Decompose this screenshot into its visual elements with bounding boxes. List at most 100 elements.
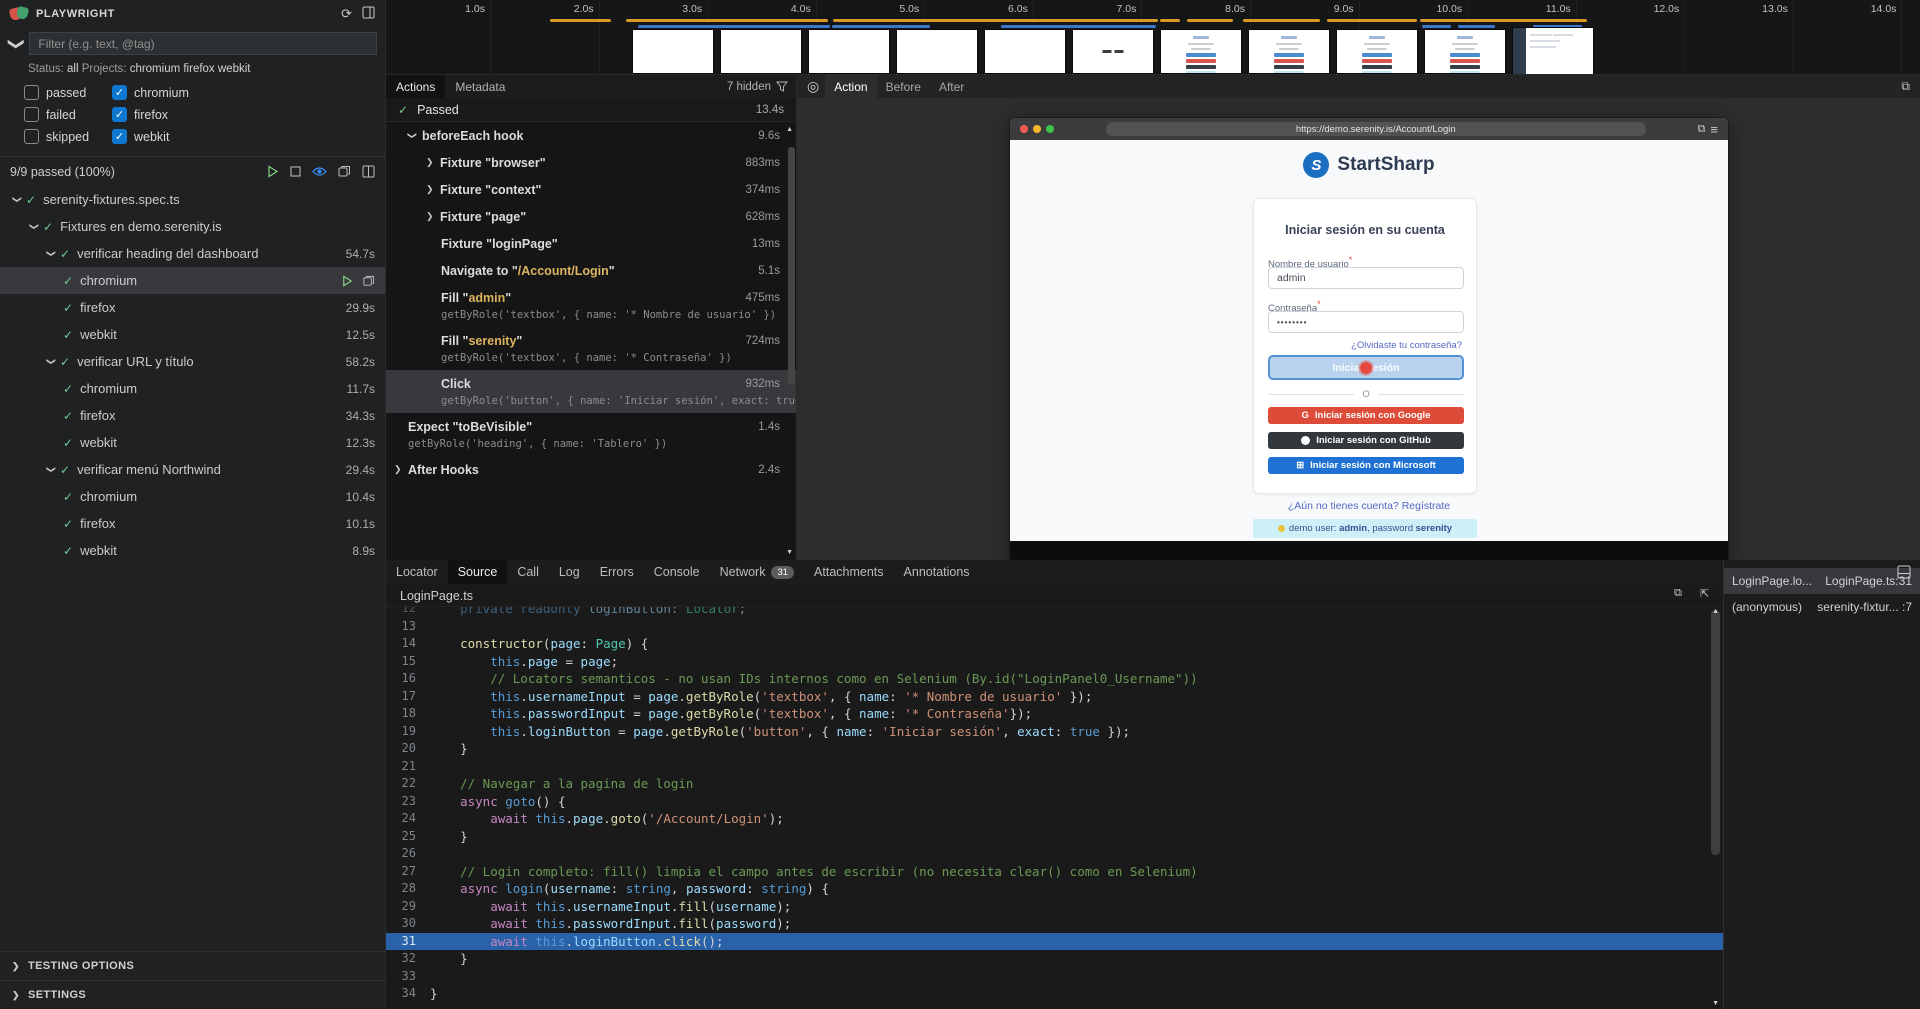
reveal-test-icon[interactable] <box>338 165 351 178</box>
film-strip-thumbnail-dashes[interactable] <box>1072 29 1154 74</box>
open-source-external-icon[interactable]: ⇱ <box>1700 587 1709 600</box>
run-tests-icon[interactable] <box>266 165 279 178</box>
google-login-button[interactable]: G Iniciar sesión con Google <box>1268 407 1464 424</box>
expand-chevron-icon[interactable]: ❯ <box>44 248 58 259</box>
tree-item-serenity-fixtures-spec-ts[interactable]: ❯ ✓ serenity-fixtures.spec.ts <box>0 186 385 213</box>
password-field[interactable]: •••••••• <box>1268 311 1464 333</box>
film-strip-thumbnail-blank[interactable] <box>896 29 978 74</box>
action-item[interactable]: Expect "toBeVisible" 1.4s getByRole('headi… <box>386 413 796 456</box>
tree-item-firefox[interactable]: ✓ firefox 34.3s <box>0 402 385 429</box>
action-chevron-icon[interactable]: ❯ <box>426 184 440 195</box>
action-chevron-icon[interactable]: ❯ <box>426 157 440 168</box>
action-item[interactable]: ❯ Fixture "context" 374ms <box>386 176 796 203</box>
action-chevron-icon[interactable]: ❯ <box>394 464 408 475</box>
editor-scrollbar[interactable] <box>1711 610 1720 855</box>
copy-source-icon[interactable]: ⧉ <box>1674 587 1682 600</box>
action-item[interactable]: Fill "serenity" 724ms getByRole('textbox',… <box>386 327 796 370</box>
stack-frame[interactable]: LoginPage.lo... LoginPage.ts:31 <box>1724 568 1920 594</box>
expand-chevron-icon[interactable]: ❯ <box>27 221 41 232</box>
watch-eye-icon[interactable] <box>312 166 327 177</box>
collapse-panel-icon[interactable] <box>362 6 375 19</box>
register-link[interactable]: ¿Aún no tienes cuenta? Regístrate <box>1010 500 1728 512</box>
checkbox-chromium[interactable]: ✓ chromium <box>112 85 385 100</box>
copy-test-icon[interactable] <box>363 275 375 287</box>
split-view-icon[interactable] <box>362 165 375 178</box>
action-item[interactable]: Click 932ms getByRole('button', { name: 'I… <box>386 370 796 413</box>
filter-funnel-icon[interactable] <box>776 81 788 92</box>
login-submit-button[interactable]: Iniciar sesión <box>1268 355 1464 380</box>
action-item[interactable]: Fill "admin" 475ms getByRole('textbox', { … <box>386 284 796 327</box>
tree-item-chromium[interactable]: ✓ chromium <box>0 267 385 294</box>
tab-locator[interactable]: Locator <box>386 560 448 584</box>
tab-network[interactable]: Network 31 <box>710 560 804 584</box>
checkbox-skipped[interactable]: skipped <box>24 129 112 144</box>
tree-item-verificar-heading-del-dashboard[interactable]: ❯ ✓ verificar heading del dashboard 54.7s <box>0 240 385 267</box>
actions-scrollbar[interactable] <box>788 147 795 385</box>
microsoft-login-button[interactable]: ⊞ Iniciar sesión con Microsoft <box>1268 457 1464 474</box>
scroll-up-icon[interactable]: ▲ <box>786 126 793 133</box>
stack-frame[interactable]: (anonymous) serenity-fixtur... :7 <box>1724 594 1920 620</box>
github-login-button[interactable]: Iniciar sesión con GitHub <box>1268 432 1464 449</box>
tree-item-fixtures-en-demo-serenity-is[interactable]: ❯ ✓ Fixtures en demo.serenity.is <box>0 213 385 240</box>
open-external-icon[interactable]: ⧉ <box>1901 79 1910 94</box>
action-item[interactable]: Fixture "loginPage" 13ms <box>386 230 796 257</box>
snapshot-tab-before[interactable]: Before <box>877 75 930 98</box>
section-testing-options[interactable]: ❯ TESTING OPTIONS <box>0 951 385 980</box>
tab-call[interactable]: Call <box>507 560 549 584</box>
scroll-down-icon[interactable]: ▼ <box>786 549 793 556</box>
action-item[interactable]: ❯ beforeEach hook 9.6s <box>386 122 796 149</box>
action-item[interactable]: ❯ Fixture "browser" 883ms <box>386 149 796 176</box>
tab-errors[interactable]: Errors <box>590 560 644 584</box>
expand-chevron-icon[interactable]: ❯ <box>44 464 58 475</box>
expand-chevron-icon[interactable]: ❯ <box>10 194 24 205</box>
tree-item-chromium[interactable]: ✓ chromium 10.4s <box>0 483 385 510</box>
tree-item-webkit[interactable]: ✓ webkit 12.5s <box>0 321 385 348</box>
film-strip-thumbnail-blank[interactable] <box>808 29 890 74</box>
checkbox-webkit[interactable]: ✓ webkit <box>112 129 385 144</box>
tab-attachments[interactable]: Attachments <box>804 560 893 584</box>
tree-item-verificar-men-northwind[interactable]: ❯ ✓ verificar menú Northwind 29.4s <box>0 456 385 483</box>
editor-scroll-down-icon[interactable]: ▼ <box>1712 1000 1719 1007</box>
checkbox-firefox[interactable]: ✓ firefox <box>112 107 385 122</box>
tab-annotations[interactable]: Annotations <box>894 560 980 584</box>
film-strip-thumbnail-dashboard[interactable] <box>1512 27 1594 74</box>
action-item[interactable]: ❯ After Hooks 2.4s <box>386 456 796 483</box>
tab-actions[interactable]: Actions <box>386 75 446 98</box>
film-strip-thumbnail-blank[interactable] <box>984 29 1066 74</box>
forgot-password-link[interactable]: ¿Olvidaste tu contraseña? <box>1351 340 1462 351</box>
film-strip-thumbnail-blank[interactable] <box>720 29 802 74</box>
refresh-icon[interactable]: ⟳ <box>341 6 352 22</box>
tree-item-chromium[interactable]: ✓ chromium 11.7s <box>0 375 385 402</box>
tab-source[interactable]: Source <box>447 560 508 584</box>
editor-scroll-up-icon[interactable]: ▲ <box>1712 608 1719 615</box>
filter-collapse-chevron-icon[interactable]: ❯ <box>7 37 27 50</box>
username-field[interactable]: admin <box>1268 267 1464 289</box>
tree-item-verificar-url-y-t-tulo[interactable]: ❯ ✓ verificar URL y título 58.2s <box>0 348 385 375</box>
action-chevron-icon[interactable]: ❯ <box>407 130 422 141</box>
checkbox-passed[interactable]: passed <box>24 85 112 100</box>
filter-input[interactable] <box>29 32 377 55</box>
tab-log[interactable]: Log <box>549 560 590 584</box>
film-strip-thumbnail-login[interactable] <box>1424 29 1506 74</box>
toggle-layout-icon[interactable] <box>1897 565 1911 579</box>
tree-item-firefox[interactable]: ✓ firefox 29.9s <box>0 294 385 321</box>
tree-item-webkit[interactable]: ✓ webkit 12.3s <box>0 429 385 456</box>
tab-console[interactable]: Console <box>644 560 710 584</box>
stop-icon[interactable] <box>290 166 301 177</box>
section-settings[interactable]: ❯ SETTINGS <box>0 980 385 1009</box>
action-chevron-icon[interactable]: ❯ <box>426 211 440 222</box>
tree-item-webkit[interactable]: ✓ webkit 8.9s <box>0 537 385 564</box>
snapshot-tab-after[interactable]: After <box>930 75 973 98</box>
film-strip-thumbnail-login[interactable] <box>1160 29 1242 74</box>
snapshot-tab-action[interactable]: Action <box>825 75 877 98</box>
action-item[interactable]: Navigate to "/Account/Login" 5.1s <box>386 257 796 284</box>
film-strip-thumbnail-login[interactable] <box>1336 29 1418 74</box>
expand-chevron-icon[interactable]: ❯ <box>44 356 58 367</box>
action-item[interactable]: ❯ Fixture "page" 628ms <box>386 203 796 230</box>
run-test-icon[interactable] <box>341 274 353 287</box>
tree-item-firefox[interactable]: ✓ firefox 10.1s <box>0 510 385 537</box>
film-strip-thumbnail-blank[interactable] <box>632 29 714 74</box>
copy-url-icon[interactable]: ⧉ <box>1698 123 1706 136</box>
menu-hamburger-icon[interactable]: ≡ <box>1710 122 1718 137</box>
checkbox-failed[interactable]: failed <box>24 107 112 122</box>
